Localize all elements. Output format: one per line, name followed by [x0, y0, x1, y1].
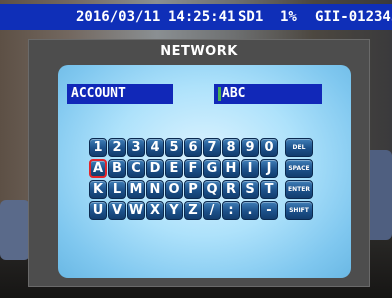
key-x[interactable]: X — [146, 201, 164, 220]
key-y[interactable]: Y — [165, 201, 183, 220]
status-date: 2016/03/11 — [76, 9, 161, 25]
network-dialog: NETWORK ACCOUNT ABC 1 2 3 4 5 6 7 8 9 0 DEL A B C D E F G… — [28, 39, 370, 287]
key-enter[interactable]: ENTER — [285, 180, 313, 199]
key-colon[interactable]: : — [222, 201, 240, 220]
key-d[interactable]: D — [146, 159, 164, 178]
key-5[interactable]: 5 — [165, 138, 183, 157]
key-w[interactable]: W — [127, 201, 145, 220]
key-space[interactable]: SPACE — [285, 159, 313, 178]
keyboard-panel: ACCOUNT ABC 1 2 3 4 5 6 7 8 9 0 DEL A B C D E F G H I J SPACE… — [58, 65, 351, 278]
key-l[interactable]: L — [108, 180, 126, 199]
key-n[interactable]: N — [146, 180, 164, 199]
key-4[interactable]: 4 — [146, 138, 164, 157]
key-b[interactable]: B — [108, 159, 126, 178]
key-2[interactable]: 2 — [108, 138, 126, 157]
key-f[interactable]: F — [184, 159, 202, 178]
key-m[interactable]: M — [127, 180, 145, 199]
key-k[interactable]: K — [89, 180, 107, 199]
status-disk-usage: 1% — [280, 9, 297, 25]
key-1[interactable]: 1 — [89, 138, 107, 157]
key-slash[interactable]: / — [203, 201, 221, 220]
key-dot[interactable]: . — [241, 201, 259, 220]
key-v[interactable]: V — [108, 201, 126, 220]
status-time: 14:25:41 — [168, 9, 236, 25]
key-u[interactable]: U — [89, 201, 107, 220]
key-6[interactable]: 6 — [184, 138, 202, 157]
key-c[interactable]: C — [127, 159, 145, 178]
key-e[interactable]: E — [165, 159, 183, 178]
key-dash[interactable]: - — [260, 201, 278, 220]
key-a[interactable]: A — [89, 159, 107, 178]
key-t[interactable]: T — [260, 180, 278, 199]
key-8[interactable]: 8 — [222, 138, 240, 157]
key-q[interactable]: Q — [203, 180, 221, 199]
key-g[interactable]: G — [203, 159, 221, 178]
account-label: ACCOUNT — [67, 84, 173, 104]
account-input[interactable]: ABC — [214, 84, 322, 104]
status-bar: 2016/03/11 14:25:41 SD1 1% GII-0123456 — [0, 4, 392, 30]
cursor-icon — [218, 86, 221, 101]
key-r[interactable]: R — [222, 180, 240, 199]
key-del[interactable]: DEL — [285, 138, 313, 157]
key-9[interactable]: 9 — [241, 138, 259, 157]
key-s[interactable]: S — [241, 180, 259, 199]
key-7[interactable]: 7 — [203, 138, 221, 157]
status-device-id: GII-0123456 — [315, 9, 392, 25]
key-o[interactable]: O — [165, 180, 183, 199]
key-0[interactable]: 0 — [260, 138, 278, 157]
account-input-value: ABC — [222, 86, 246, 101]
key-z[interactable]: Z — [184, 201, 202, 220]
camera-figure-left — [0, 200, 30, 260]
key-i[interactable]: I — [241, 159, 259, 178]
key-j[interactable]: J — [260, 159, 278, 178]
key-h[interactable]: H — [222, 159, 240, 178]
key-3[interactable]: 3 — [127, 138, 145, 157]
key-p[interactable]: P — [184, 180, 202, 199]
status-disk: SD1 — [238, 9, 264, 25]
dialog-title: NETWORK — [160, 44, 238, 59]
key-shift[interactable]: SHIFT — [285, 201, 313, 220]
